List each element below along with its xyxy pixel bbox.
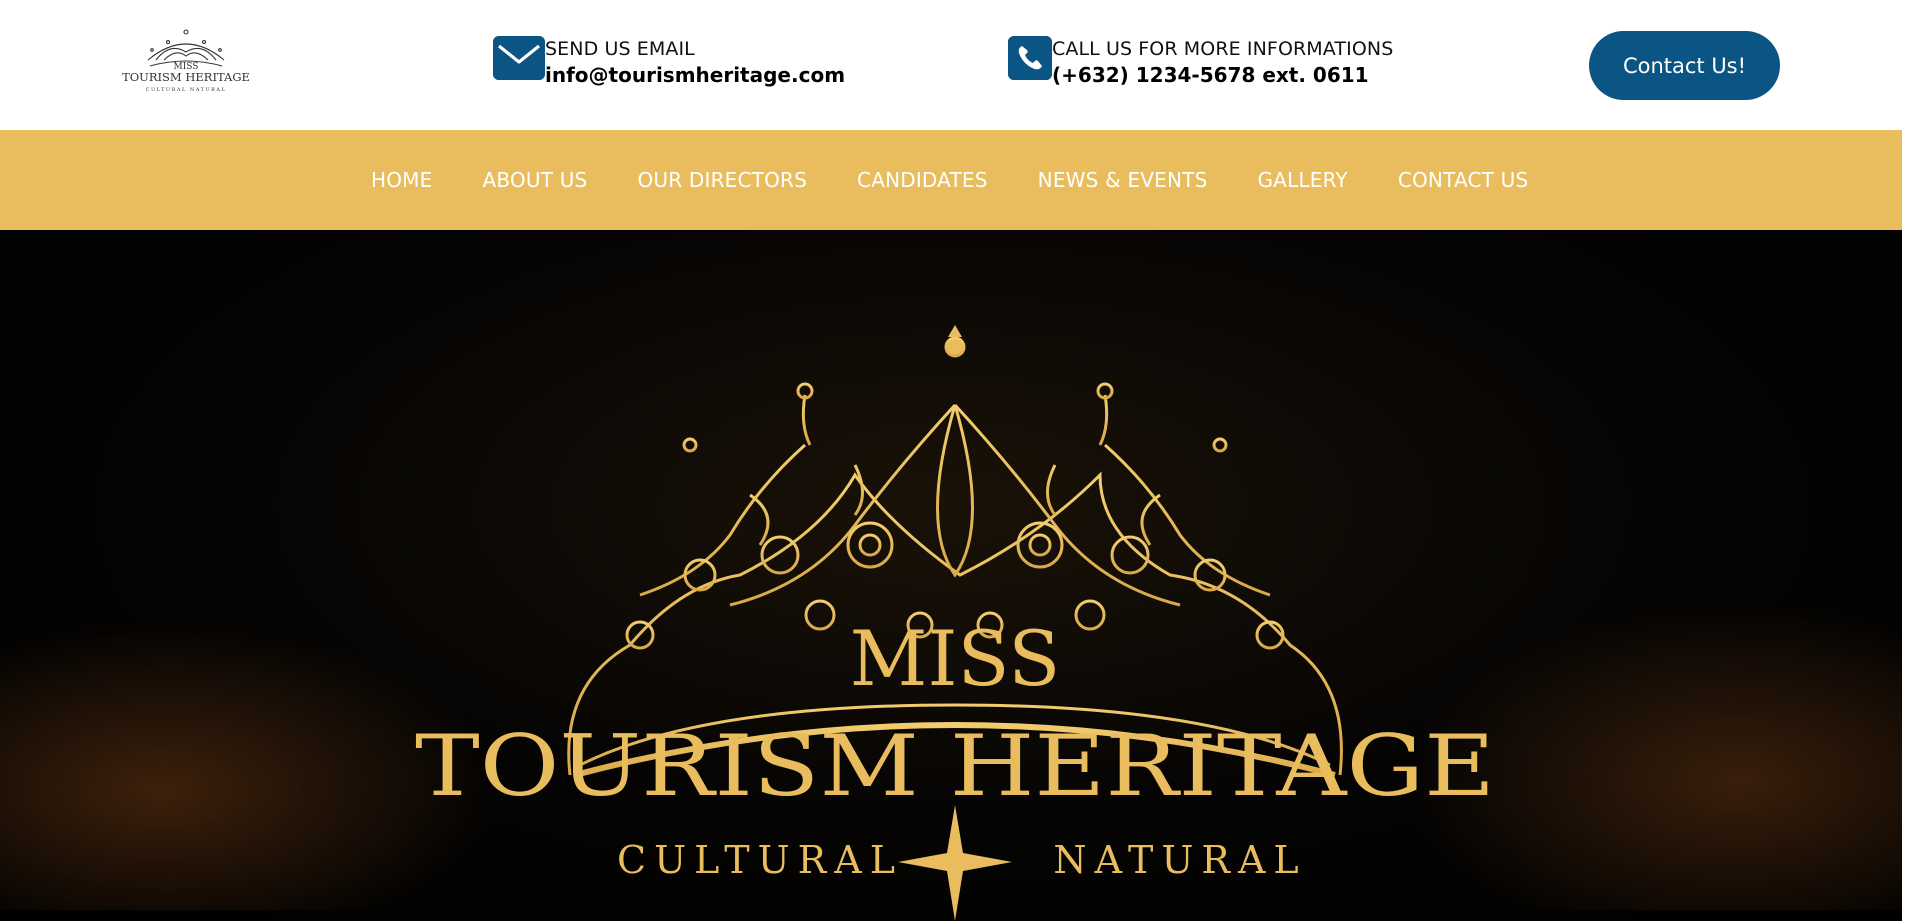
hero-logo-left: CULTURAL	[617, 838, 903, 882]
nav-item-our-directors[interactable]: OUR DIRECTORS	[637, 168, 807, 192]
main-nav: HOME ABOUT US OUR DIRECTORS CANDIDATES N…	[0, 130, 1905, 230]
hero-banner: MISS TOURISM HERITAGE CULTURAL NATURAL	[0, 230, 1905, 921]
phone-icon	[1008, 36, 1052, 80]
nav-item-candidates[interactable]: CANDIDATES	[857, 168, 988, 192]
phone-label: CALL US FOR MORE INFORMATIONS	[1052, 38, 1394, 60]
phone-number[interactable]: (+632) 1234-5678 ext. 0611	[1052, 62, 1393, 88]
hero-logo-line1: MISS	[850, 614, 1061, 703]
hero-logo-right: NATURAL	[1053, 838, 1306, 882]
email-address[interactable]: info@tourismheritage.com	[545, 62, 845, 88]
nav-list: HOME ABOUT US OUR DIRECTORS CANDIDATES N…	[371, 130, 1528, 230]
email-label: SEND US EMAIL	[545, 38, 695, 60]
nav-item-gallery[interactable]: GALLERY	[1257, 168, 1347, 192]
envelope-icon	[493, 36, 545, 80]
top-header: MISS TOURISM HERITAGE CULTURAL NATURAL S…	[0, 0, 1905, 130]
star-icon	[898, 805, 1012, 921]
hero-logo-line2: TOURISM HERITAGE	[415, 717, 1495, 815]
logo-small-line3: CULTURAL NATURAL	[146, 87, 227, 93]
nav-item-contact-us[interactable]: CONTACT US	[1398, 168, 1529, 192]
nav-item-news-events[interactable]: NEWS & EVENTS	[1038, 168, 1208, 192]
nav-item-about-us[interactable]: ABOUT US	[482, 168, 587, 192]
phone-contact: CALL US FOR MORE INFORMATIONS (+632) 123…	[1008, 36, 1393, 88]
logo-small-line2: TOURISM HERITAGE	[122, 70, 250, 84]
contact-us-button[interactable]: Contact Us!	[1589, 31, 1780, 100]
site-logo[interactable]: MISS TOURISM HERITAGE CULTURAL NATURAL	[118, 26, 254, 98]
email-contact: SEND US EMAIL info@tourismheritage.com	[493, 36, 845, 88]
hero-crown-logo: MISS TOURISM HERITAGE CULTURAL NATURAL	[415, 325, 1495, 921]
nav-item-home[interactable]: HOME	[371, 168, 432, 192]
